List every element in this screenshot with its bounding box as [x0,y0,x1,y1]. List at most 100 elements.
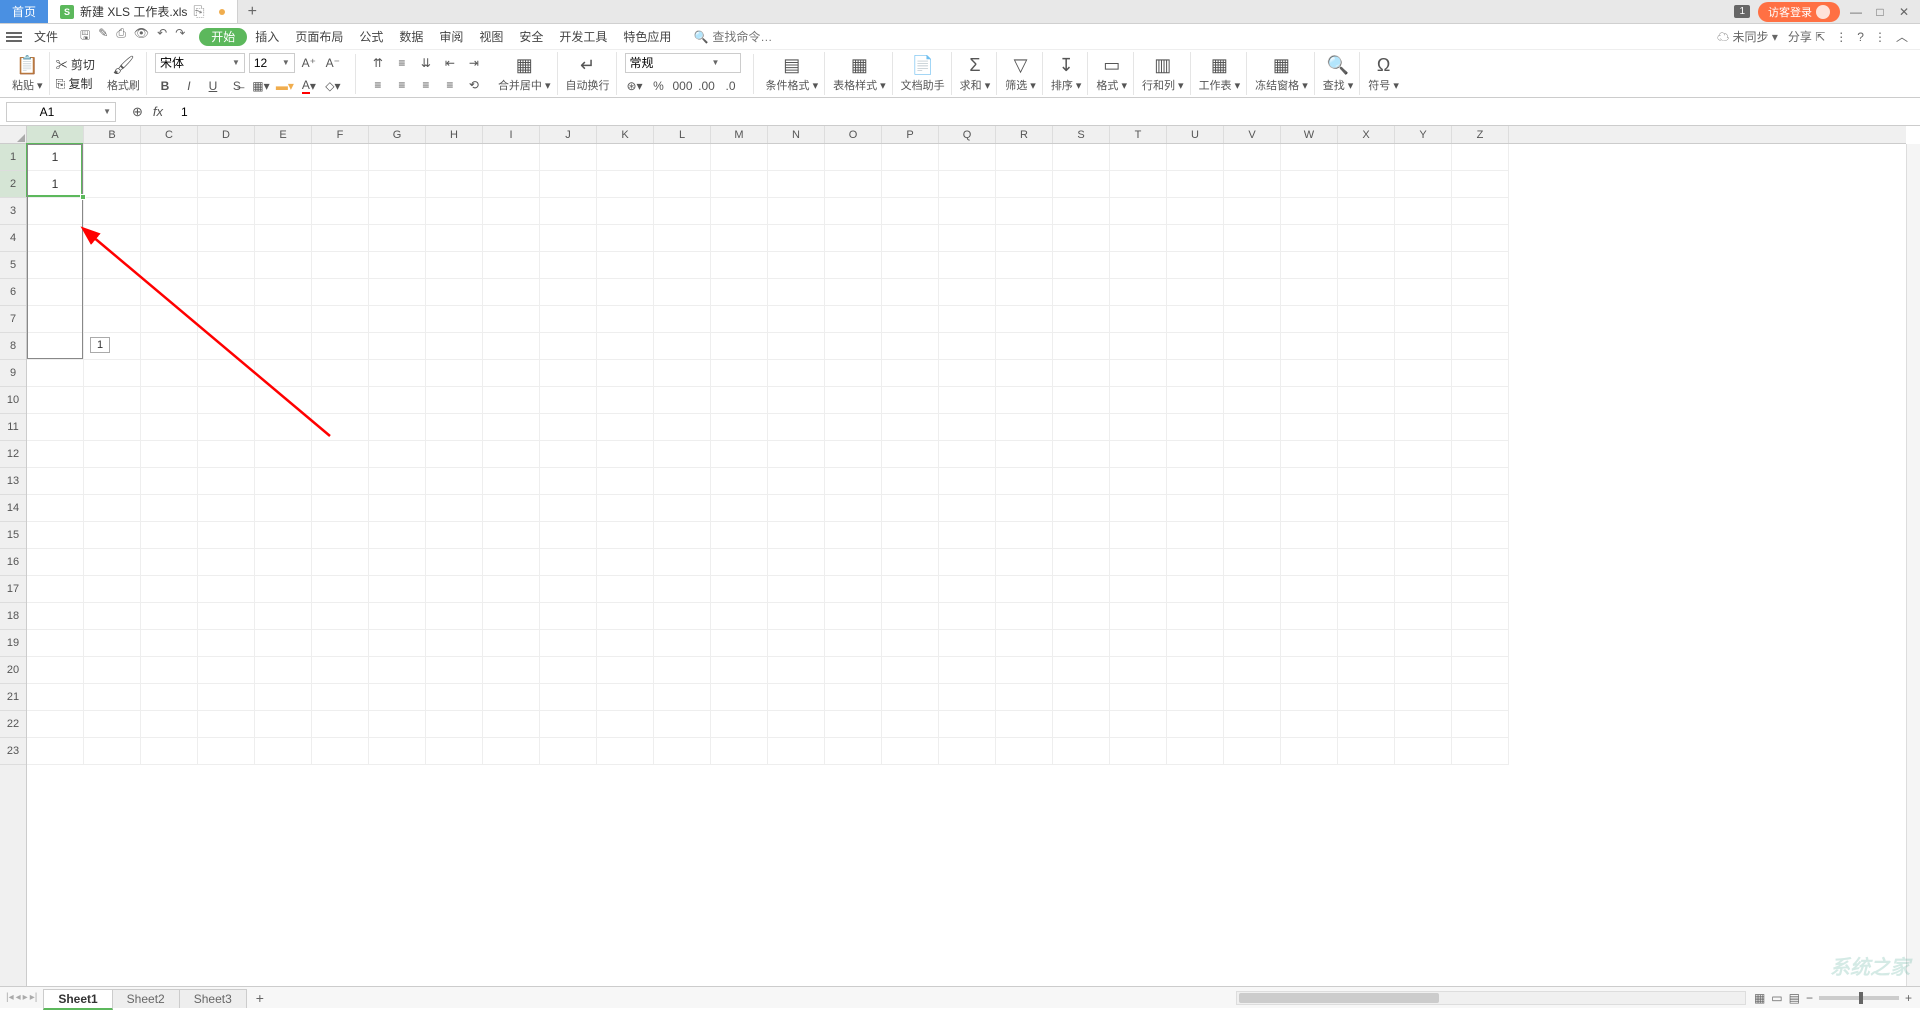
cell[interactable] [369,549,426,576]
cell[interactable] [1053,657,1110,684]
cell[interactable] [1452,738,1509,765]
cell[interactable] [141,441,198,468]
cell[interactable] [1452,279,1509,306]
paste-icon[interactable]: 📋 [16,55,38,76]
cell[interactable] [1395,387,1452,414]
fx-icon[interactable]: fx [153,104,163,120]
window-minimize-button[interactable]: — [1848,5,1864,19]
doc-helper-icon[interactable]: 📄 [911,55,933,76]
cell[interactable] [1110,198,1167,225]
cell[interactable] [369,198,426,225]
cell[interactable] [996,468,1053,495]
cell[interactable] [198,684,255,711]
cell[interactable] [1395,549,1452,576]
cell[interactable] [312,603,369,630]
cell[interactable] [426,441,483,468]
cell[interactable] [711,171,768,198]
cell[interactable] [84,171,141,198]
cell[interactable] [825,549,882,576]
cell[interactable] [141,225,198,252]
cell[interactable] [1110,522,1167,549]
cell[interactable] [882,657,939,684]
cell[interactable] [996,387,1053,414]
cell[interactable] [597,441,654,468]
cell[interactable] [1452,252,1509,279]
cell[interactable] [1452,711,1509,738]
cell[interactable] [654,387,711,414]
cell[interactable] [1452,225,1509,252]
row-header-8[interactable]: 8 [0,333,26,360]
cell[interactable] [882,603,939,630]
cell[interactable] [426,711,483,738]
cell[interactable] [84,603,141,630]
cell[interactable] [483,468,540,495]
cell[interactable] [597,684,654,711]
sheet-nav-next[interactable]: ▸ [23,992,28,1003]
cell[interactable] [825,603,882,630]
cell[interactable] [1452,387,1509,414]
cell[interactable] [597,198,654,225]
cell[interactable] [825,522,882,549]
cell[interactable] [540,522,597,549]
cell[interactable] [996,306,1053,333]
cell[interactable] [312,171,369,198]
cell[interactable] [597,387,654,414]
cell[interactable] [1281,387,1338,414]
cell[interactable] [141,603,198,630]
col-header-U[interactable]: U [1167,126,1224,143]
cell[interactable] [312,306,369,333]
new-tab-button[interactable]: + [238,0,267,23]
cell[interactable] [1110,738,1167,765]
cell[interactable] [996,333,1053,360]
cell[interactable] [768,522,825,549]
cell[interactable] [540,198,597,225]
cell[interactable] [198,549,255,576]
cell[interactable] [255,468,312,495]
cell[interactable] [483,171,540,198]
cell[interactable] [1224,468,1281,495]
cell[interactable] [825,414,882,441]
cell[interactable] [1224,549,1281,576]
row-header-13[interactable]: 13 [0,468,26,495]
cell[interactable] [1167,414,1224,441]
cell[interactable] [141,711,198,738]
cell[interactable] [768,630,825,657]
menu-tab-插入[interactable]: 插入 [247,28,287,46]
cell[interactable] [939,333,996,360]
cell[interactable] [1338,306,1395,333]
view-reading-icon[interactable]: ▤ [1789,991,1800,1005]
cell[interactable] [939,225,996,252]
cell[interactable] [882,738,939,765]
menu-tab-页面布局[interactable]: 页面布局 [287,28,351,46]
cell[interactable] [1167,306,1224,333]
cell[interactable] [597,603,654,630]
cell[interactable] [939,360,996,387]
cell[interactable] [1281,495,1338,522]
clear-format-button[interactable]: ◇▾ [323,77,343,95]
cell[interactable] [711,738,768,765]
cell[interactable] [426,684,483,711]
border-button[interactable]: ▦▾ [251,77,271,95]
cell[interactable] [312,495,369,522]
cell[interactable] [825,333,882,360]
cell[interactable] [654,333,711,360]
cell[interactable] [939,576,996,603]
cell[interactable] [711,198,768,225]
cell[interactable] [1110,630,1167,657]
cell[interactable] [1281,225,1338,252]
strike-button[interactable]: S̶ [227,77,247,95]
cell[interactable] [426,225,483,252]
cell[interactable] [1110,549,1167,576]
cell[interactable] [1053,441,1110,468]
cell[interactable] [255,576,312,603]
cell[interactable] [84,198,141,225]
cell[interactable] [996,360,1053,387]
document-tab[interactable]: S 新建 XLS 工作表.xls ⎘ [48,0,238,23]
cell[interactable] [1224,630,1281,657]
cell[interactable] [711,414,768,441]
cell[interactable] [255,252,312,279]
cell[interactable] [1167,360,1224,387]
cell[interactable] [1224,225,1281,252]
row-header-22[interactable]: 22 [0,711,26,738]
cell[interactable] [768,738,825,765]
